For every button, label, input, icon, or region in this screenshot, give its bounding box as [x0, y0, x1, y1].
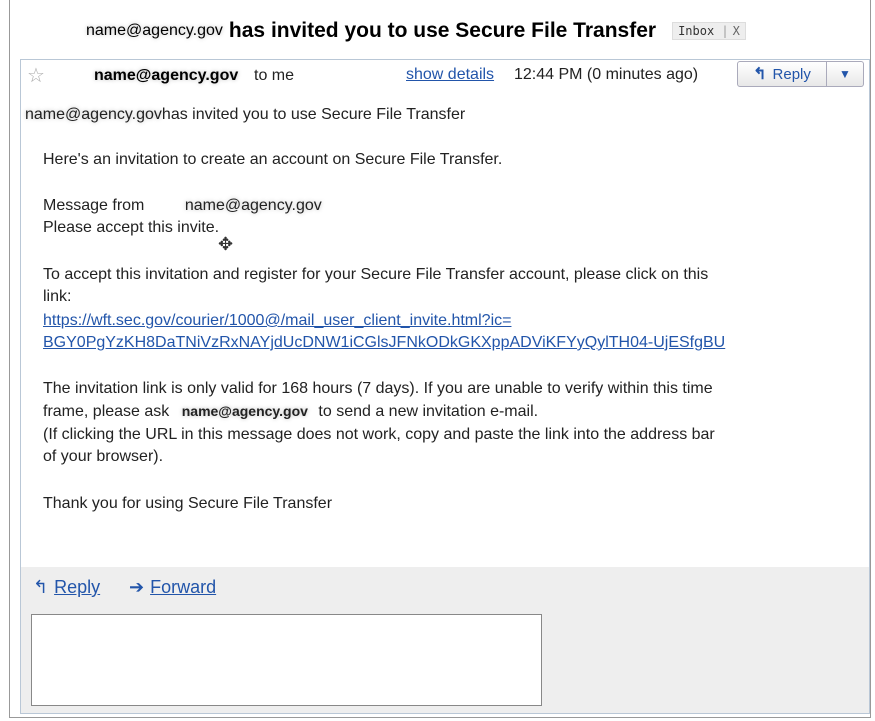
accept-line-2: link: [43, 288, 72, 305]
reply-arrow-icon: ↰ [33, 577, 49, 597]
recipient-text: to me [254, 67, 295, 84]
please-accept: Please accept this invite. [43, 219, 220, 236]
valid-line-2: frame, please ask name@agency.gov to sen… [43, 400, 538, 423]
valid-line-2-name: name@agency.gov [181, 403, 308, 419]
more-actions-dropdown[interactable]: ▼ [827, 61, 864, 87]
star-icon[interactable]: ☆ [27, 63, 45, 88]
reply-button-label: Reply [772, 65, 811, 83]
message-header: ☆ name@agency.gov to me show details 12:… [21, 60, 869, 92]
accept-line-1: To accept this invitation and register f… [43, 266, 709, 283]
quick-reply-textarea[interactable] [31, 614, 542, 706]
inbox-label-text: Inbox [678, 24, 715, 38]
invite-link-line-2[interactable]: BGY0PgYzKH8DaTNiVzRxNAYjdUcDNW1iCGlsJFNk… [43, 332, 725, 354]
message-from-label: Message from [43, 197, 145, 214]
valid-line-2-post: to send a new invitation e-mail. [318, 403, 539, 420]
reply-icon: ↰ [753, 66, 767, 83]
message-time: 12:44 PM (0 minutes ago) [514, 66, 699, 83]
chevron-down-icon: ▼ [839, 67, 851, 81]
thanks-line: Thank you for using Secure File Transfer [43, 495, 333, 512]
footer-forward-link[interactable]: ➔ Forward [129, 577, 216, 598]
sender-name: name@agency.gov [94, 67, 239, 84]
invite-line: has invited you to use Secure File Trans… [161, 106, 466, 123]
mouse-cursor-icon: ✥ [218, 234, 234, 254]
forward-arrow-icon: ➔ [129, 577, 145, 597]
paren-line-2: of your browser). [43, 448, 164, 465]
body-line-1: Here's an invitation to create an accoun… [43, 151, 503, 168]
footer-forward-label: Forward [150, 577, 217, 597]
subject-title: has invited you to use Secure File Trans… [228, 19, 657, 42]
invite-link-line-1[interactable]: https://wft.sec.gov/courier/1000@/mail_u… [43, 310, 511, 332]
subject-row: name@agency.gov has invited you to use S… [60, 14, 746, 48]
remove-label-icon[interactable]: X [733, 24, 740, 38]
valid-line-1: The invitation link is only valid for 16… [43, 380, 713, 397]
paren-line-1: (If clicking the URL in this message doe… [43, 426, 715, 443]
reply-button[interactable]: ↰ Reply [737, 61, 827, 87]
message-footer: ↰ Reply ➔ Forward [21, 567, 869, 713]
invite-heading: name@agency.govhas invited you to use Se… [25, 104, 465, 126]
message-from-line: Message from name@agency.gov [43, 195, 322, 217]
subject-sender: name@agency.gov [86, 22, 223, 39]
footer-reply-label: Reply [54, 577, 101, 597]
message-from-name: name@agency.gov [184, 197, 322, 214]
inbox-label[interactable]: Inbox | X [672, 22, 746, 40]
valid-line-2-pre: frame, please ask [43, 403, 170, 420]
footer-reply-link[interactable]: ↰ Reply [33, 577, 100, 598]
show-details-link[interactable]: show details [406, 66, 494, 84]
message-card: ☆ name@agency.gov to me show details 12:… [20, 59, 870, 714]
invite-sender: name@agency.gov [25, 106, 162, 123]
